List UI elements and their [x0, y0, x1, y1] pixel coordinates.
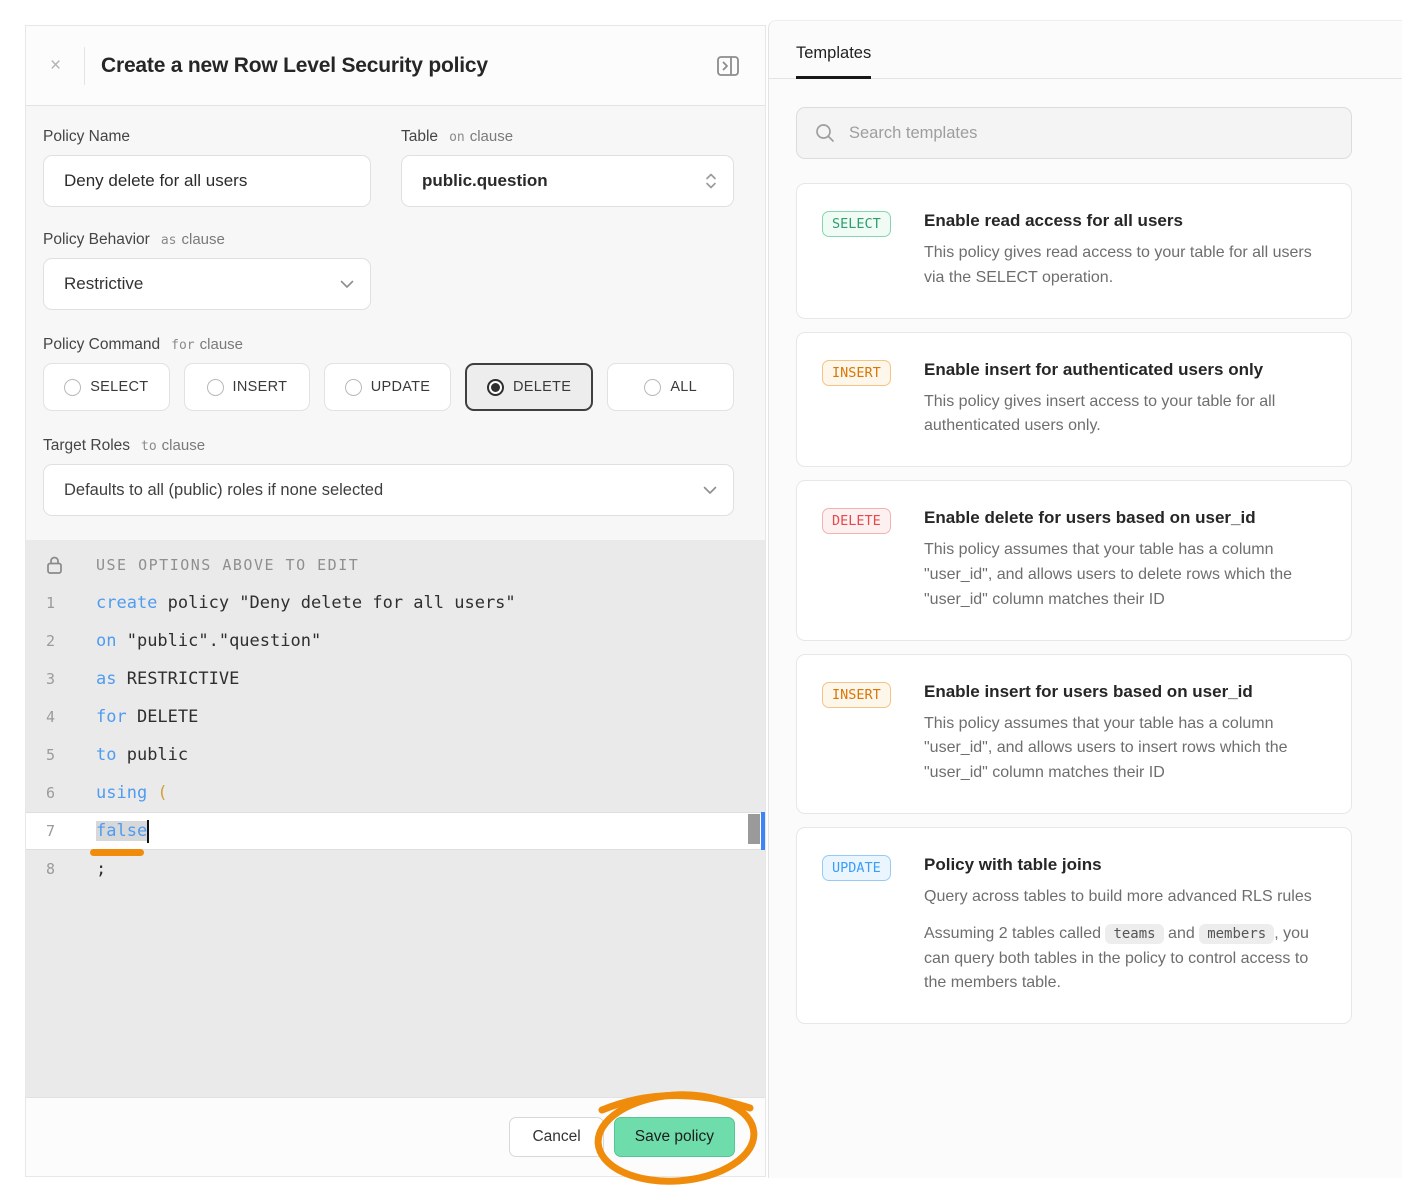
dialog-title: Create a new Row Level Security policy	[101, 54, 488, 78]
radio-update[interactable]: UPDATE	[324, 363, 451, 411]
chevron-down-icon	[340, 280, 354, 289]
insert-badge: INSERT	[822, 360, 891, 386]
members-code-chip: members	[1199, 924, 1274, 944]
roles-select[interactable]: Defaults to all (public) roles if none s…	[43, 464, 734, 516]
template-card-read-access[interactable]: SELECT Enable read access for all users …	[796, 183, 1352, 319]
radio-select[interactable]: SELECT	[43, 363, 170, 411]
editor-overview-ruler	[761, 812, 765, 850]
radio-insert[interactable]: INSERT	[184, 363, 311, 411]
template-title: Enable delete for users based on user_id	[924, 508, 1326, 528]
radio-icon	[64, 379, 81, 396]
editable-code-line[interactable]: 7 false	[26, 812, 765, 850]
behavior-label: Policy Behavior as clause	[43, 231, 371, 249]
select-badge: SELECT	[822, 211, 891, 237]
template-description: This policy gives insert access to your …	[924, 390, 1326, 440]
template-title: Policy with table joins	[924, 855, 1326, 875]
radio-all[interactable]: ALL	[607, 363, 734, 411]
dialog-header: × Create a new Row Level Security policy	[26, 26, 765, 106]
template-description: Assuming 2 tables called teams and membe…	[924, 922, 1326, 996]
template-card-delete-user-id[interactable]: DELETE Enable delete for users based on …	[796, 480, 1352, 640]
editor-scrollbar-thumb[interactable]	[748, 814, 760, 844]
teams-code-chip: teams	[1105, 924, 1163, 944]
table-label: Table on clause	[401, 128, 734, 146]
behavior-select[interactable]: Restrictive	[43, 258, 371, 310]
template-card-insert-user-id[interactable]: INSERT Enable insert for users based on …	[796, 654, 1352, 814]
code-line: 3 as RESTRICTIVE	[26, 660, 765, 698]
code-line: 8 ;	[26, 850, 765, 888]
template-description: This policy assumes that your table has …	[924, 712, 1326, 786]
policy-form: Policy Name Table on clause public.quest…	[26, 106, 765, 540]
templates-panel: Templates SELECT Enable read access for …	[768, 20, 1402, 1178]
select-updown-icon	[705, 171, 717, 191]
search-templates-input[interactable]	[796, 107, 1352, 159]
code-line: 4 for DELETE	[26, 698, 765, 736]
dialog-footer: Cancel Save policy	[26, 1097, 765, 1176]
template-description: Query across tables to build more advanc…	[924, 885, 1326, 910]
code-line: 1 create policy "Deny delete for all use…	[26, 584, 765, 622]
template-card-insert-authenticated[interactable]: INSERT Enable insert for authenticated u…	[796, 332, 1352, 468]
close-icon[interactable]: ×	[50, 55, 78, 77]
tab-templates[interactable]: Templates	[796, 44, 871, 78]
search-icon	[814, 122, 836, 144]
code-line: 6 using (	[26, 774, 765, 812]
chevron-down-icon	[703, 486, 717, 495]
code-line: 5 to public	[26, 736, 765, 774]
templates-tabbar: Templates	[769, 21, 1402, 79]
editor-locked-row: USE OPTIONS ABOVE TO EDIT	[26, 546, 765, 584]
template-title: Enable insert for authenticated users on…	[924, 360, 1326, 380]
cancel-button[interactable]: Cancel	[509, 1117, 603, 1157]
policy-name-input[interactable]	[43, 155, 371, 207]
using-expression-value[interactable]: false	[96, 821, 147, 841]
radio-selected-icon	[487, 379, 504, 396]
radio-icon	[345, 379, 362, 396]
policy-name-label: Policy Name	[43, 128, 371, 146]
radio-icon	[207, 379, 224, 396]
template-card-list: SELECT Enable read access for all users …	[796, 183, 1352, 1024]
expand-panel-icon[interactable]	[715, 53, 741, 79]
editor-locked-hint: USE OPTIONS ABOVE TO EDIT	[96, 556, 359, 574]
template-description: This policy gives read access to your ta…	[924, 241, 1326, 291]
insert-badge: INSERT	[822, 682, 891, 708]
delete-badge: DELETE	[822, 508, 891, 534]
text-cursor	[147, 820, 149, 843]
radio-delete[interactable]: DELETE	[465, 363, 594, 411]
lock-icon	[46, 555, 63, 575]
rls-policy-dialog: × Create a new Row Level Security policy…	[25, 25, 766, 1177]
save-policy-button[interactable]: Save policy	[614, 1117, 735, 1157]
template-title: Enable read access for all users	[924, 211, 1326, 231]
template-description: This policy assumes that your table has …	[924, 538, 1326, 612]
sql-editor: USE OPTIONS ABOVE TO EDIT 1 create polic…	[26, 540, 765, 1097]
radio-icon	[644, 379, 661, 396]
update-badge: UPDATE	[822, 855, 891, 881]
code-line: 2 on "public"."question"	[26, 622, 765, 660]
template-card-table-joins[interactable]: UPDATE Policy with table joins Query acr…	[796, 827, 1352, 1024]
command-label: Policy Command for clause	[43, 336, 734, 354]
table-select[interactable]: public.question	[401, 155, 734, 207]
command-radio-group: SELECT INSERT UPDATE DELETE ALL	[43, 363, 734, 411]
header-divider	[84, 47, 85, 85]
roles-label: Target Roles to clause	[43, 437, 734, 455]
template-title: Enable insert for users based on user_id	[924, 682, 1326, 702]
